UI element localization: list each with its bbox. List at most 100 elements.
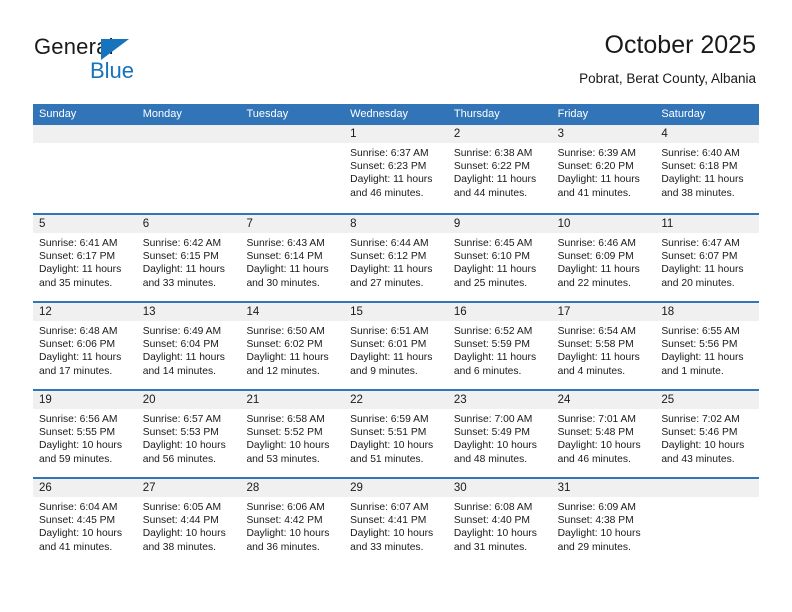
- day-cell-19[interactable]: 19 Sunrise: 6:56 AM Sunset: 5:55 PM Dayligh…: [33, 391, 137, 477]
- daylight-text-line2: and 30 minutes.: [246, 277, 320, 289]
- day-cell-3[interactable]: 3 Sunrise: 6:39 AM Sunset: 6:20 PM Daylight…: [551, 125, 656, 213]
- day-cell-26[interactable]: 26 Sunrise: 6:04 AM Sunset: 4:45 PM Dayligh…: [33, 479, 137, 565]
- daylight-text-line2: and 4 minutes.: [557, 365, 626, 377]
- day-number: 21: [240, 391, 345, 409]
- day-cell-1[interactable]: 1 Sunrise: 6:37 AM Sunset: 6:23 PM Daylight…: [344, 125, 448, 213]
- day-info: Sunrise: 6:54 AM Sunset: 5:58 PM Daylight:…: [552, 321, 656, 378]
- daylight-text-line2: and 12 minutes.: [246, 365, 320, 377]
- daylight-text-line1: Daylight: 11 hours: [557, 174, 640, 186]
- daylight-text-line2: and 22 minutes.: [557, 277, 631, 289]
- day-info: Sunrise: 6:52 AM Sunset: 5:59 PM Daylight:…: [448, 321, 552, 378]
- general-blue-logo[interactable]: General Blue: [34, 34, 234, 90]
- day-info: Sunrise: 6:42 AM Sunset: 6:15 PM Daylight:…: [137, 233, 241, 290]
- daylight-text-line1: Daylight: 11 hours: [661, 174, 744, 186]
- daylight-text-line1: Daylight: 11 hours: [557, 352, 640, 364]
- day-info: Sunrise: 6:50 AM Sunset: 6:02 PM Daylight:…: [240, 321, 344, 378]
- day-info: Sunrise: 6:37 AM Sunset: 6:23 PM Daylight:…: [344, 143, 448, 200]
- daylight-text-line1: Daylight: 10 hours: [142, 528, 226, 540]
- day-number: 14: [240, 303, 345, 321]
- day-cell-23[interactable]: 23 Sunrise: 7:00 AM Sunset: 5:49 PM Dayligh…: [447, 391, 552, 477]
- day-info: Sunrise: 6:48 AM Sunset: 6:06 PM Daylight:…: [33, 321, 137, 378]
- day-number: 8: [344, 215, 448, 233]
- daylight-text-line1: Daylight: 10 hours: [557, 440, 641, 452]
- day-number: 9: [447, 215, 552, 233]
- day-cell-9[interactable]: 9 Sunrise: 6:45 AM Sunset: 6:10 PM Daylight…: [447, 215, 552, 301]
- sunset-text: Sunset: 6:22 PM: [453, 161, 531, 173]
- sunset-text: Sunset: 5:52 PM: [246, 427, 323, 439]
- day-cell-30[interactable]: 30 Sunrise: 6:08 AM Sunset: 4:40 PM Dayligh…: [447, 479, 552, 565]
- day-cell-22[interactable]: 22 Sunrise: 6:59 AM Sunset: 5:51 PM Dayligh…: [344, 391, 448, 477]
- day-info: Sunrise: 6:49 AM Sunset: 6:04 PM Daylight:…: [137, 321, 241, 378]
- daylight-text-line2: and 29 minutes.: [557, 541, 631, 553]
- day-cell-28[interactable]: 28 Sunrise: 6:06 AM Sunset: 4:42 PM Dayligh…: [240, 479, 345, 565]
- day-cell-11[interactable]: 11 Sunrise: 6:47 AM Sunset: 6:07 PM Dayligh…: [655, 215, 760, 301]
- day-cell-13[interactable]: 13 Sunrise: 6:49 AM Sunset: 6:04 PM Dayligh…: [136, 303, 241, 389]
- daylight-text-line1: Daylight: 10 hours: [350, 440, 434, 452]
- day-cell-18[interactable]: 18 Sunrise: 6:55 AM Sunset: 5:56 PM Dayligh…: [655, 303, 760, 389]
- day-cell-10[interactable]: 10 Sunrise: 6:46 AM Sunset: 6:09 PM Dayligh…: [551, 215, 656, 301]
- day-cell-25[interactable]: 25 Sunrise: 7:02 AM Sunset: 5:46 PM Dayligh…: [655, 391, 760, 477]
- logo-triangle-icon: [101, 39, 129, 60]
- day-info: Sunrise: 6:07 AM Sunset: 4:41 PM Daylight:…: [344, 497, 448, 554]
- day-cell-empty: [136, 125, 241, 213]
- weekday-header-sunday: Sunday: [39, 108, 77, 120]
- calendar-week-row: 26 Sunrise: 6:04 AM Sunset: 4:45 PM Dayligh…: [33, 477, 760, 565]
- day-number: 24: [551, 391, 656, 409]
- day-info: Sunrise: 6:55 AM Sunset: 5:56 PM Daylight:…: [655, 321, 759, 378]
- day-info: Sunrise: 6:46 AM Sunset: 6:09 PM Daylight:…: [552, 233, 656, 290]
- day-cell-20[interactable]: 20 Sunrise: 6:57 AM Sunset: 5:53 PM Dayligh…: [136, 391, 241, 477]
- day-cell-17[interactable]: 17 Sunrise: 6:54 AM Sunset: 5:58 PM Dayligh…: [551, 303, 656, 389]
- sunrise-text: Sunrise: 6:39 AM: [557, 148, 637, 159]
- day-cell-16[interactable]: 16 Sunrise: 6:52 AM Sunset: 5:59 PM Dayligh…: [447, 303, 552, 389]
- daylight-text-line1: Daylight: 11 hours: [142, 264, 225, 276]
- day-cell-21[interactable]: 21 Sunrise: 6:58 AM Sunset: 5:52 PM Dayligh…: [240, 391, 345, 477]
- day-info: Sunrise: 6:38 AM Sunset: 6:22 PM Daylight:…: [448, 143, 552, 200]
- day-cell-6[interactable]: 6 Sunrise: 6:42 AM Sunset: 6:15 PM Daylight…: [136, 215, 241, 301]
- day-cell-12[interactable]: 12 Sunrise: 6:48 AM Sunset: 6:06 PM Dayligh…: [33, 303, 137, 389]
- day-cell-27[interactable]: 27 Sunrise: 6:05 AM Sunset: 4:44 PM Dayligh…: [136, 479, 241, 565]
- day-info: Sunrise: 6:08 AM Sunset: 4:40 PM Daylight:…: [448, 497, 552, 554]
- day-info: Sunrise: 6:40 AM Sunset: 6:18 PM Daylight:…: [655, 143, 759, 200]
- sunrise-text: Sunrise: 6:54 AM: [557, 326, 637, 337]
- daylight-text-line1: Daylight: 11 hours: [350, 352, 433, 364]
- sunrise-text: Sunrise: 6:57 AM: [142, 414, 222, 425]
- day-number: [136, 125, 241, 143]
- day-cell-5[interactable]: 5 Sunrise: 6:41 AM Sunset: 6:17 PM Daylight…: [33, 215, 137, 301]
- day-number: 28: [240, 479, 345, 497]
- day-cell-24[interactable]: 24 Sunrise: 7:01 AM Sunset: 5:48 PM Dayligh…: [551, 391, 656, 477]
- day-cell-4[interactable]: 4 Sunrise: 6:40 AM Sunset: 6:18 PM Daylight…: [655, 125, 760, 213]
- sunrise-text: Sunrise: 6:48 AM: [39, 326, 118, 337]
- day-number: 10: [551, 215, 656, 233]
- daylight-text-line1: Daylight: 10 hours: [39, 440, 122, 452]
- sunrise-text: Sunrise: 6:41 AM: [39, 238, 118, 249]
- sunrise-text: Sunrise: 6:04 AM: [39, 502, 118, 513]
- calendar-week-row: 12 Sunrise: 6:48 AM Sunset: 6:06 PM Dayligh…: [33, 301, 760, 389]
- day-number: 2: [447, 125, 552, 143]
- weekday-header-thursday: Thursday: [453, 108, 500, 120]
- day-info: Sunrise: 7:02 AM Sunset: 5:46 PM Daylight:…: [655, 409, 759, 466]
- day-cell-14[interactable]: 14 Sunrise: 6:50 AM Sunset: 6:02 PM Dayligh…: [240, 303, 345, 389]
- day-info: Sunrise: 6:56 AM Sunset: 5:55 PM Daylight:…: [33, 409, 137, 466]
- sunrise-text: Sunrise: 6:52 AM: [453, 326, 533, 337]
- day-cell-7[interactable]: 7 Sunrise: 6:43 AM Sunset: 6:14 PM Daylight…: [240, 215, 345, 301]
- sunset-text: Sunset: 4:38 PM: [557, 515, 634, 527]
- day-number: [33, 125, 137, 143]
- daylight-text-line2: and 48 minutes.: [453, 453, 528, 465]
- day-cell-8[interactable]: 8 Sunrise: 6:44 AM Sunset: 6:12 PM Daylight…: [344, 215, 448, 301]
- day-cell-2[interactable]: 2 Sunrise: 6:38 AM Sunset: 6:22 PM Daylight…: [447, 125, 552, 213]
- day-info: Sunrise: 6:44 AM Sunset: 6:12 PM Daylight:…: [344, 233, 448, 290]
- day-number: 26: [33, 479, 137, 497]
- day-cell-29[interactable]: 29 Sunrise: 6:07 AM Sunset: 4:41 PM Dayligh…: [344, 479, 448, 565]
- day-info: Sunrise: 6:05 AM Sunset: 4:44 PM Daylight:…: [137, 497, 241, 554]
- logo-text-blue: Blue: [90, 58, 135, 83]
- day-cell-15[interactable]: 15 Sunrise: 6:51 AM Sunset: 6:01 PM Dayligh…: [344, 303, 448, 389]
- daylight-text-line2: and 20 minutes.: [661, 277, 735, 289]
- day-cell-31[interactable]: 31 Sunrise: 6:09 AM Sunset: 4:38 PM Dayligh…: [551, 479, 656, 565]
- day-info: Sunrise: 6:06 AM Sunset: 4:42 PM Daylight:…: [240, 497, 344, 554]
- daylight-text-line1: Daylight: 11 hours: [557, 264, 640, 276]
- sunset-text: Sunset: 6:18 PM: [661, 161, 738, 173]
- sunrise-text: Sunrise: 6:07 AM: [350, 502, 429, 513]
- calendar-page: General Blue October 2025 Pobrat, Berat …: [0, 0, 792, 612]
- weekday-header-tuesday: Tuesday: [246, 108, 289, 120]
- sunset-text: Sunset: 6:06 PM: [39, 339, 116, 351]
